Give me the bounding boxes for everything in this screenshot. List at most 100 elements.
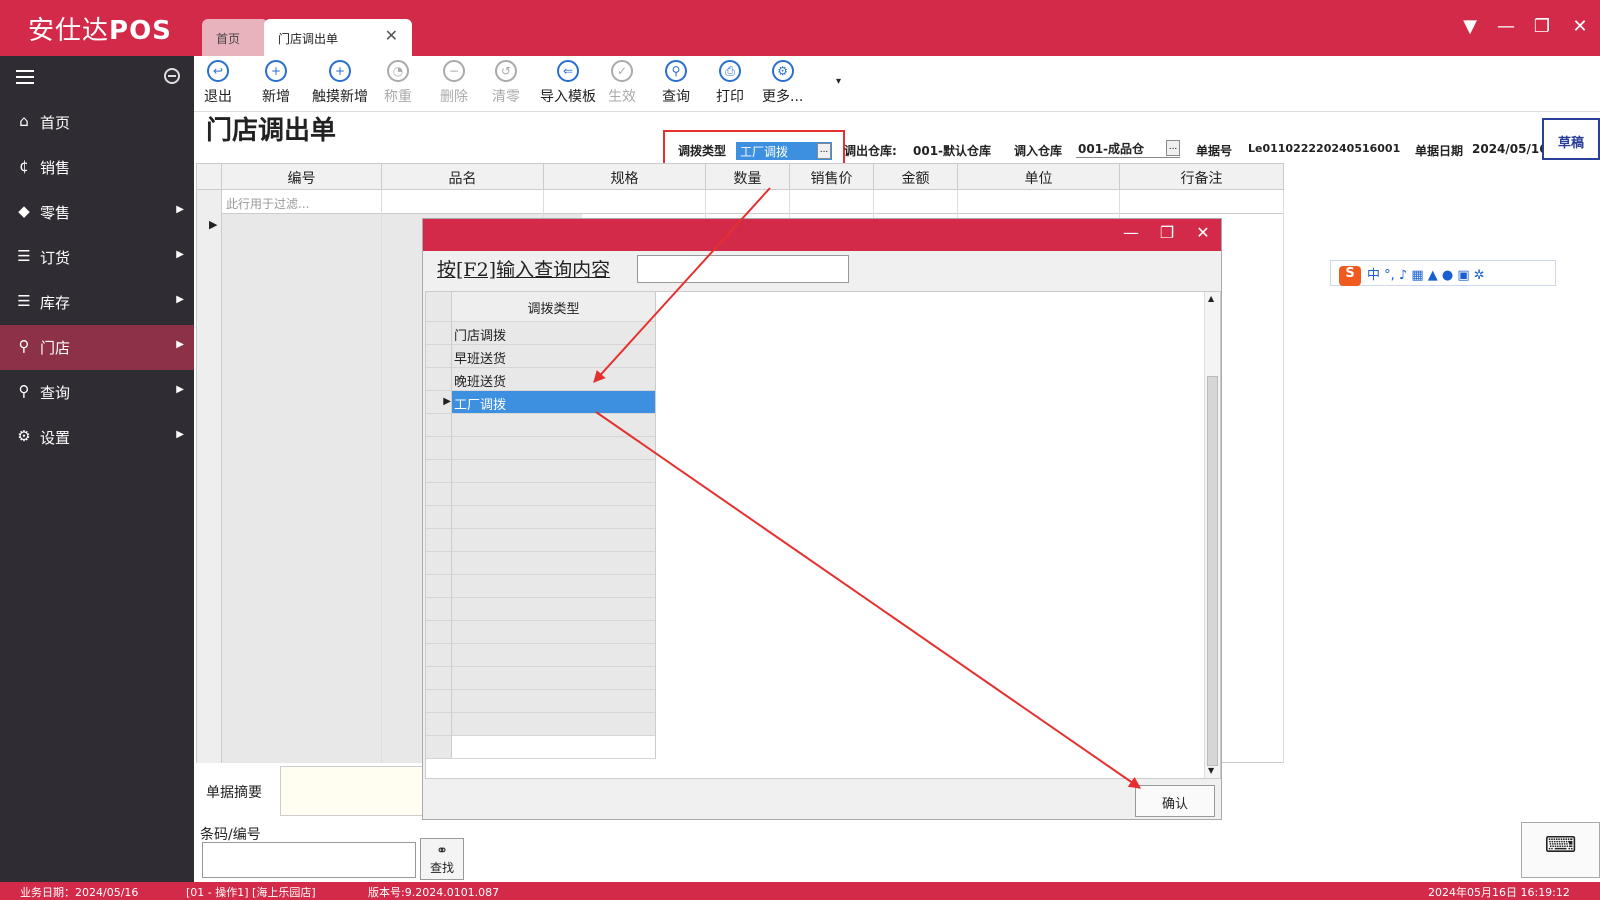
toolbar-button-10[interactable]: ⚙ 更多...: [762, 60, 803, 106]
toolbar-button-2[interactable]: + 触摸新增: [312, 60, 368, 106]
dialog-option-row[interactable]: [452, 713, 656, 736]
grid-column-header[interactable]: 规格: [544, 164, 706, 190]
dialog-minimize-icon[interactable]: —: [1119, 223, 1143, 242]
scroll-down-icon[interactable]: ▼: [1208, 766, 1214, 775]
dialog-option-row[interactable]: [452, 552, 656, 575]
dialog-option-row[interactable]: [452, 621, 656, 644]
sidebar-item-6[interactable]: ⚲ 查询 ▶: [0, 370, 194, 415]
grid-column-header[interactable]: 单位: [958, 164, 1120, 190]
dialog-option-row[interactable]: [452, 437, 656, 460]
toolbar-button-4[interactable]: − 删除: [440, 60, 468, 106]
in-warehouse-field[interactable]: 001-成品仓: [1076, 140, 1180, 158]
grid-column-header[interactable]: 编号: [222, 164, 382, 190]
ime-mode[interactable]: 中: [1367, 268, 1380, 283]
dialog-restore-icon[interactable]: ❐: [1155, 223, 1179, 242]
dialog-row-header[interactable]: [426, 644, 452, 667]
sidebar-item-3[interactable]: ☰ 订货 ▶: [0, 235, 194, 280]
dialog-row-header[interactable]: [426, 437, 452, 460]
dialog-option-row[interactable]: [452, 483, 656, 506]
dialog-row-header[interactable]: [426, 621, 452, 644]
find-button-label: 查找: [429, 861, 454, 875]
sidebar-item-label: 设置: [40, 429, 71, 447]
sidebar-item-0[interactable]: ⌂ 首页: [0, 100, 194, 145]
dialog-row-header[interactable]: [426, 552, 452, 575]
collapse-icon[interactable]: [164, 68, 180, 84]
dialog-option-row[interactable]: [452, 460, 656, 483]
barcode-input[interactable]: [202, 842, 416, 878]
grid-column-header[interactable]: 销售价: [790, 164, 874, 190]
dialog-option-row[interactable]: [452, 529, 656, 552]
minimize-icon[interactable]: —: [1494, 16, 1518, 37]
dialog-option-row[interactable]: 晚班送货: [452, 368, 656, 391]
toolbar-button-7[interactable]: ✓ 生效: [608, 60, 636, 106]
dialog-row-header[interactable]: [426, 690, 452, 713]
tab-home[interactable]: 首页: [202, 19, 268, 56]
find-button[interactable]: ⚭ 查找: [420, 838, 464, 880]
dialog-row-header[interactable]: [426, 368, 452, 391]
dialog-option-row[interactable]: 门店调拨: [452, 322, 656, 345]
toolbar-button-1[interactable]: + 新增: [262, 60, 290, 106]
more-caret-icon[interactable]: ▾: [836, 76, 841, 87]
sidebar-item-2[interactable]: ◆ 零售 ▶: [0, 190, 194, 235]
dialog-option-row[interactable]: 早班送货: [452, 345, 656, 368]
dialog-row-header[interactable]: [426, 736, 452, 759]
ime-tools[interactable]: °, ♪ ▦ ▲ ● ▣ ✲: [1384, 268, 1485, 283]
dialog-option-row[interactable]: [452, 690, 656, 713]
toolbar-button-5[interactable]: ↺ 清零: [492, 60, 520, 106]
dialog-row-header[interactable]: [426, 345, 452, 368]
tab-store-transfer-out[interactable]: 门店调出单 ✕: [264, 19, 412, 56]
grid-column-header[interactable]: 金额: [874, 164, 958, 190]
dialog-row-header[interactable]: [426, 322, 452, 345]
dialog-option-row[interactable]: [452, 644, 656, 667]
transfer-type-table[interactable]: 调拨类型 门店调拨 早班送货 晚班送货 ▶ 工厂调拨: [426, 292, 656, 764]
grid-column-header[interactable]: 行备注: [1120, 164, 1284, 190]
dialog-option-row[interactable]: [452, 575, 656, 598]
chevron-right-icon: ▶: [176, 429, 184, 440]
ime-toolbar[interactable]: S中 °, ♪ ▦ ▲ ● ▣ ✲: [1330, 260, 1556, 286]
hamburger-icon[interactable]: [16, 70, 34, 88]
toolbar-button-9[interactable]: ⎙ 打印: [716, 60, 744, 106]
dialog-row-header[interactable]: [426, 575, 452, 598]
dialog-row-header[interactable]: [426, 483, 452, 506]
dialog-query-input[interactable]: [637, 255, 849, 283]
dialog-option-row[interactable]: [452, 506, 656, 529]
dialog-row-header[interactable]: [426, 667, 452, 690]
dialog-close-icon[interactable]: ✕: [1191, 223, 1215, 242]
confirm-button[interactable]: 确认: [1135, 785, 1215, 817]
toolbar-button-6[interactable]: ⇐ 导入模板: [540, 60, 596, 106]
keyboard-button[interactable]: ⌨: [1521, 822, 1600, 878]
grid-column-header[interactable]: 品名: [382, 164, 544, 190]
toolbar-button-3[interactable]: ◔ 称重: [384, 60, 412, 106]
dialog-row-header[interactable]: ▶: [426, 391, 452, 414]
toolbar-button-0[interactable]: ↩ 退出: [204, 60, 232, 106]
dialog-row-header[interactable]: [426, 713, 452, 736]
sidebar-item-1[interactable]: ¢ 销售: [0, 145, 194, 190]
summary-input[interactable]: [280, 766, 424, 816]
toolbar-button-8[interactable]: ⚲ 查询: [662, 60, 690, 106]
scroll-up-icon[interactable]: ▲: [1208, 294, 1214, 303]
sidebar-item-4[interactable]: ☰ 库存 ▶: [0, 280, 194, 325]
dialog-row-header[interactable]: [426, 598, 452, 621]
dialog-option-row[interactable]: [452, 736, 656, 759]
toolbar-button-label: 新增: [262, 89, 290, 105]
dialog-option-row[interactable]: [452, 598, 656, 621]
in-warehouse-picker-button[interactable]: ...: [1166, 140, 1180, 156]
restore-icon[interactable]: ❐: [1530, 16, 1554, 37]
status-draft-button[interactable]: 草稿: [1542, 118, 1600, 160]
close-icon[interactable]: ✕: [1568, 16, 1592, 37]
tab-close-icon[interactable]: ✕: [385, 26, 398, 45]
grid-column-header[interactable]: 数量: [706, 164, 790, 190]
sidebar-item-7[interactable]: ⚙ 设置 ▶: [0, 415, 194, 460]
dialog-scrollbar[interactable]: ▲ ▼: [1204, 292, 1220, 778]
dropdown-icon[interactable]: ▼: [1458, 16, 1482, 37]
dialog-row-header[interactable]: [426, 414, 452, 437]
dialog-column-header[interactable]: 调拨类型: [452, 292, 656, 322]
dialog-option-row[interactable]: 工厂调拨: [452, 391, 656, 414]
scroll-thumb[interactable]: [1207, 376, 1218, 766]
dialog-option-row[interactable]: [452, 414, 656, 437]
dialog-row-header[interactable]: [426, 529, 452, 552]
dialog-row-header[interactable]: [426, 506, 452, 529]
dialog-option-row[interactable]: [452, 667, 656, 690]
sidebar-item-5[interactable]: ⚲ 门店 ▶: [0, 325, 194, 370]
dialog-row-header[interactable]: [426, 460, 452, 483]
